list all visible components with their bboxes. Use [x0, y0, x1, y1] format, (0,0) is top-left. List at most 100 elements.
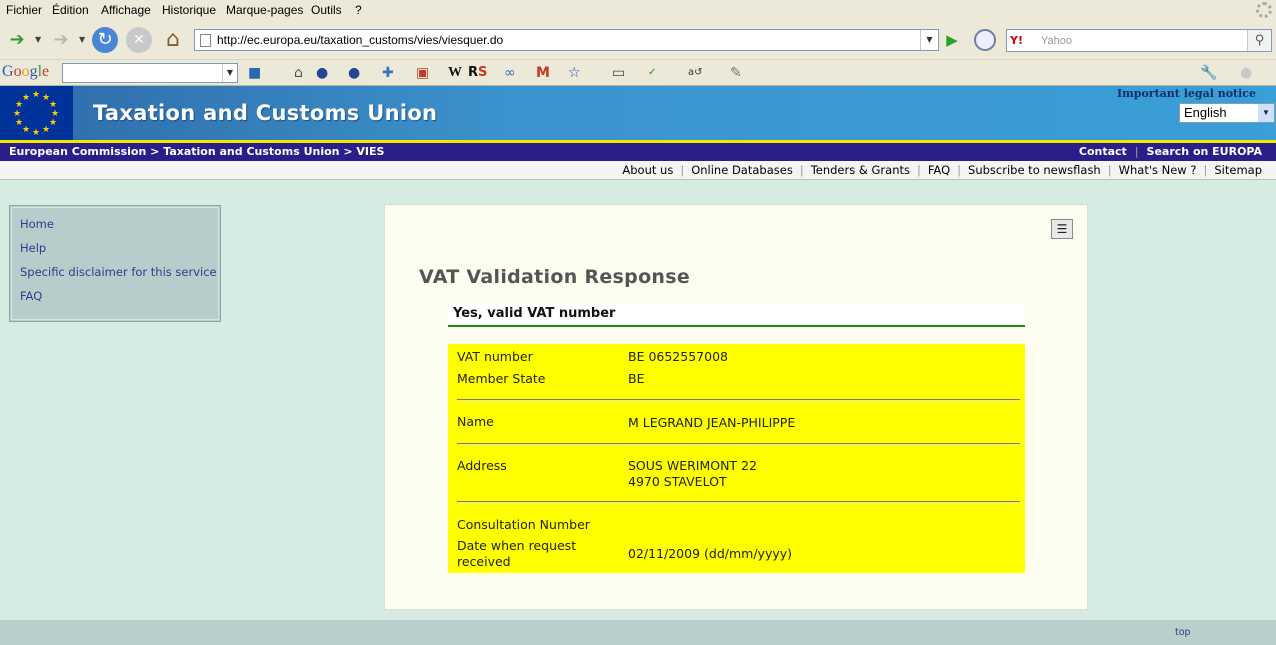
language-value: English — [1184, 105, 1227, 120]
browser-menubar: Fichier Édition Affichage Historique Mar… — [0, 0, 1276, 21]
nav-faq[interactable]: FAQ — [928, 163, 950, 177]
menu-historique[interactable]: Historique — [162, 3, 216, 17]
name-label: Name — [457, 414, 494, 429]
language-select[interactable]: English ▼ — [1179, 103, 1275, 123]
secondary-nav: About us | Online Databases | Tenders & Gran… — [0, 161, 1276, 180]
site-title: Taxation and Customs Union — [93, 101, 438, 125]
breadcrumb-separator: > — [343, 145, 353, 158]
google-logo: Google — [2, 63, 50, 80]
plus-icon[interactable]: ✚ — [382, 65, 394, 81]
date-received-value: 02/11/2009 (dd/mm/yyyy) — [628, 546, 793, 561]
form-icon[interactable]: ▭ — [612, 65, 625, 81]
history-clock-icon[interactable] — [974, 29, 996, 51]
breadcrumb-european-commission[interactable]: European Commission — [9, 145, 146, 158]
row-divider — [457, 501, 1020, 503]
reload-icon[interactable]: ↻ — [92, 27, 118, 53]
result-status: Yes, valid VAT number — [453, 306, 616, 321]
breadcrumb-vies[interactable]: VIES — [356, 145, 384, 158]
search-europa-link[interactable]: Search on EUROPA — [1147, 145, 1262, 158]
wrench-icon[interactable]: 🔧 — [1200, 65, 1217, 81]
search-box[interactable]: Y! ⚲ — [1006, 29, 1272, 52]
nav-tenders-grants[interactable]: Tenders & Grants — [811, 163, 910, 177]
url-bar[interactable]: ▼ — [194, 29, 939, 51]
globe-2-icon[interactable]: ● — [348, 65, 360, 81]
nav-sitemap[interactable]: Sitemap — [1214, 163, 1262, 177]
spellcheck-icon[interactable]: ✓ — [648, 65, 656, 81]
consultation-number-label: Consultation Number — [457, 517, 590, 532]
name-value: M LEGRAND JEAN-PHILIPPE — [628, 415, 796, 430]
url-dropdown-icon[interactable]: ▼ — [920, 30, 938, 50]
address-line-1: SOUS WERIMONT 22 — [628, 458, 757, 473]
bank-icon[interactable]: ⌂ — [294, 65, 303, 81]
language-dropdown-icon[interactable]: ▼ — [1258, 104, 1274, 122]
globe-icon[interactable]: ● — [316, 65, 328, 81]
browser-navbar: ➔ ▼ ➔ ▼ ↻ ✕ ⌂ ▼ ▶ Y! ⚲ — [0, 21, 1276, 60]
link-icon[interactable]: ∞ — [504, 65, 516, 81]
legal-notice-link[interactable]: Important legal notice — [1117, 87, 1256, 100]
vat-number-label: VAT number — [457, 349, 533, 364]
forward-dropdown-icon[interactable]: ▼ — [79, 35, 85, 44]
url-input[interactable] — [217, 32, 917, 48]
back-dropdown-icon[interactable]: ▼ — [35, 35, 41, 44]
result-header: Yes, valid VAT number — [448, 303, 1025, 327]
date-received-label-line-2: received — [457, 554, 511, 569]
yahoo-engine-icon[interactable]: Y! — [1010, 34, 1023, 47]
forward-arrow-icon[interactable]: ➔ — [48, 27, 74, 53]
page-title: VAT Validation Response — [419, 266, 691, 288]
stop-icon[interactable]: ✕ — [126, 27, 152, 53]
contact-link[interactable]: Contact — [1079, 145, 1127, 158]
home-icon[interactable]: ⌂ — [160, 27, 186, 53]
nav-about-us[interactable]: About us — [622, 163, 673, 177]
gmail-icon[interactable]: M — [536, 65, 550, 81]
sidebar-item-faq[interactable]: FAQ — [20, 289, 42, 303]
nav-online-databases[interactable]: Online Databases — [691, 163, 793, 177]
page-footer: top — [0, 620, 1276, 645]
menu-fichier[interactable]: Fichier — [6, 3, 42, 17]
address-line-2: 4970 STAVELOT — [628, 474, 727, 489]
wikipedia-icon[interactable]: W — [448, 65, 462, 81]
menu-affichage[interactable]: Affichage — [101, 3, 151, 17]
back-arrow-icon[interactable]: ➔ — [4, 27, 30, 53]
sidebar: Home Help Specific disclaimer for this s… — [9, 205, 221, 322]
google-g-icon[interactable]: ■ — [248, 65, 261, 81]
row-divider — [457, 443, 1020, 445]
menu-edition[interactable]: Édition — [52, 3, 89, 17]
search-input[interactable] — [1041, 32, 1241, 49]
breadcrumb-taxation[interactable]: Taxation and Customs Union — [163, 145, 339, 158]
translate-icon[interactable]: a↺ — [688, 65, 703, 81]
eraser-icon[interactable]: ✎ — [730, 65, 742, 81]
member-state-value: BE — [628, 371, 645, 386]
google-search-dropdown-icon[interactable]: ▼ — [222, 64, 237, 82]
address-label: Address — [457, 458, 507, 473]
breadcrumb-bar: European Commission > Taxation and Custo… — [0, 143, 1276, 161]
breadcrumb: European Commission > Taxation and Custo… — [9, 145, 384, 158]
star-icon[interactable]: ☆ — [568, 65, 581, 81]
main-panel: ☰ VAT Validation Response Yes, valid VAT… — [384, 204, 1088, 610]
page-icon — [200, 34, 211, 47]
row-divider — [457, 399, 1020, 401]
menu-marque-pages[interactable]: Marque-pages — [226, 3, 303, 17]
vat-number-value: BE 0652557008 — [628, 349, 728, 364]
date-received-label-line-1: Date when request — [457, 538, 577, 553]
menu-outils[interactable]: Outils — [311, 3, 342, 17]
google-search-input[interactable]: ▼ — [62, 63, 238, 83]
menu-help[interactable]: ? — [355, 3, 362, 17]
bookmark-card-icon[interactable]: ▣ — [416, 65, 429, 81]
nav-whats-new[interactable]: What's New ? — [1119, 163, 1197, 177]
settings-circle-icon[interactable]: ● — [1240, 65, 1252, 81]
throbber-icon — [1256, 2, 1272, 18]
rss-icon[interactable]: RS — [468, 65, 487, 81]
member-state-label: Member State — [457, 371, 546, 386]
print-icon[interactable]: ☰ — [1051, 219, 1073, 239]
top-link[interactable]: top — [1175, 627, 1191, 638]
sidebar-item-help[interactable]: Help — [20, 241, 46, 255]
sidebar-item-disclaimer[interactable]: Specific disclaimer for this service — [20, 265, 217, 279]
go-button[interactable]: ▶ — [941, 30, 963, 50]
breadcrumb-separator: > — [150, 145, 160, 158]
nav-subscribe[interactable]: Subscribe to newsflash — [968, 163, 1101, 177]
eu-flag-logo: ★ ★ ★ ★ ★ ★ ★ ★ ★ ★ ★ ★ — [0, 86, 73, 140]
site-banner: ★ ★ ★ ★ ★ ★ ★ ★ ★ ★ ★ ★ Taxation and Cus… — [0, 86, 1276, 140]
google-toolbar: Google ▼ ■ ⌂ ● ● ✚ ▣ W RS ∞ M ☆ ▭ ✓ a↺ ✎… — [0, 60, 1276, 86]
search-magnifier-icon[interactable]: ⚲ — [1247, 30, 1271, 51]
sidebar-item-home[interactable]: Home — [20, 217, 54, 231]
